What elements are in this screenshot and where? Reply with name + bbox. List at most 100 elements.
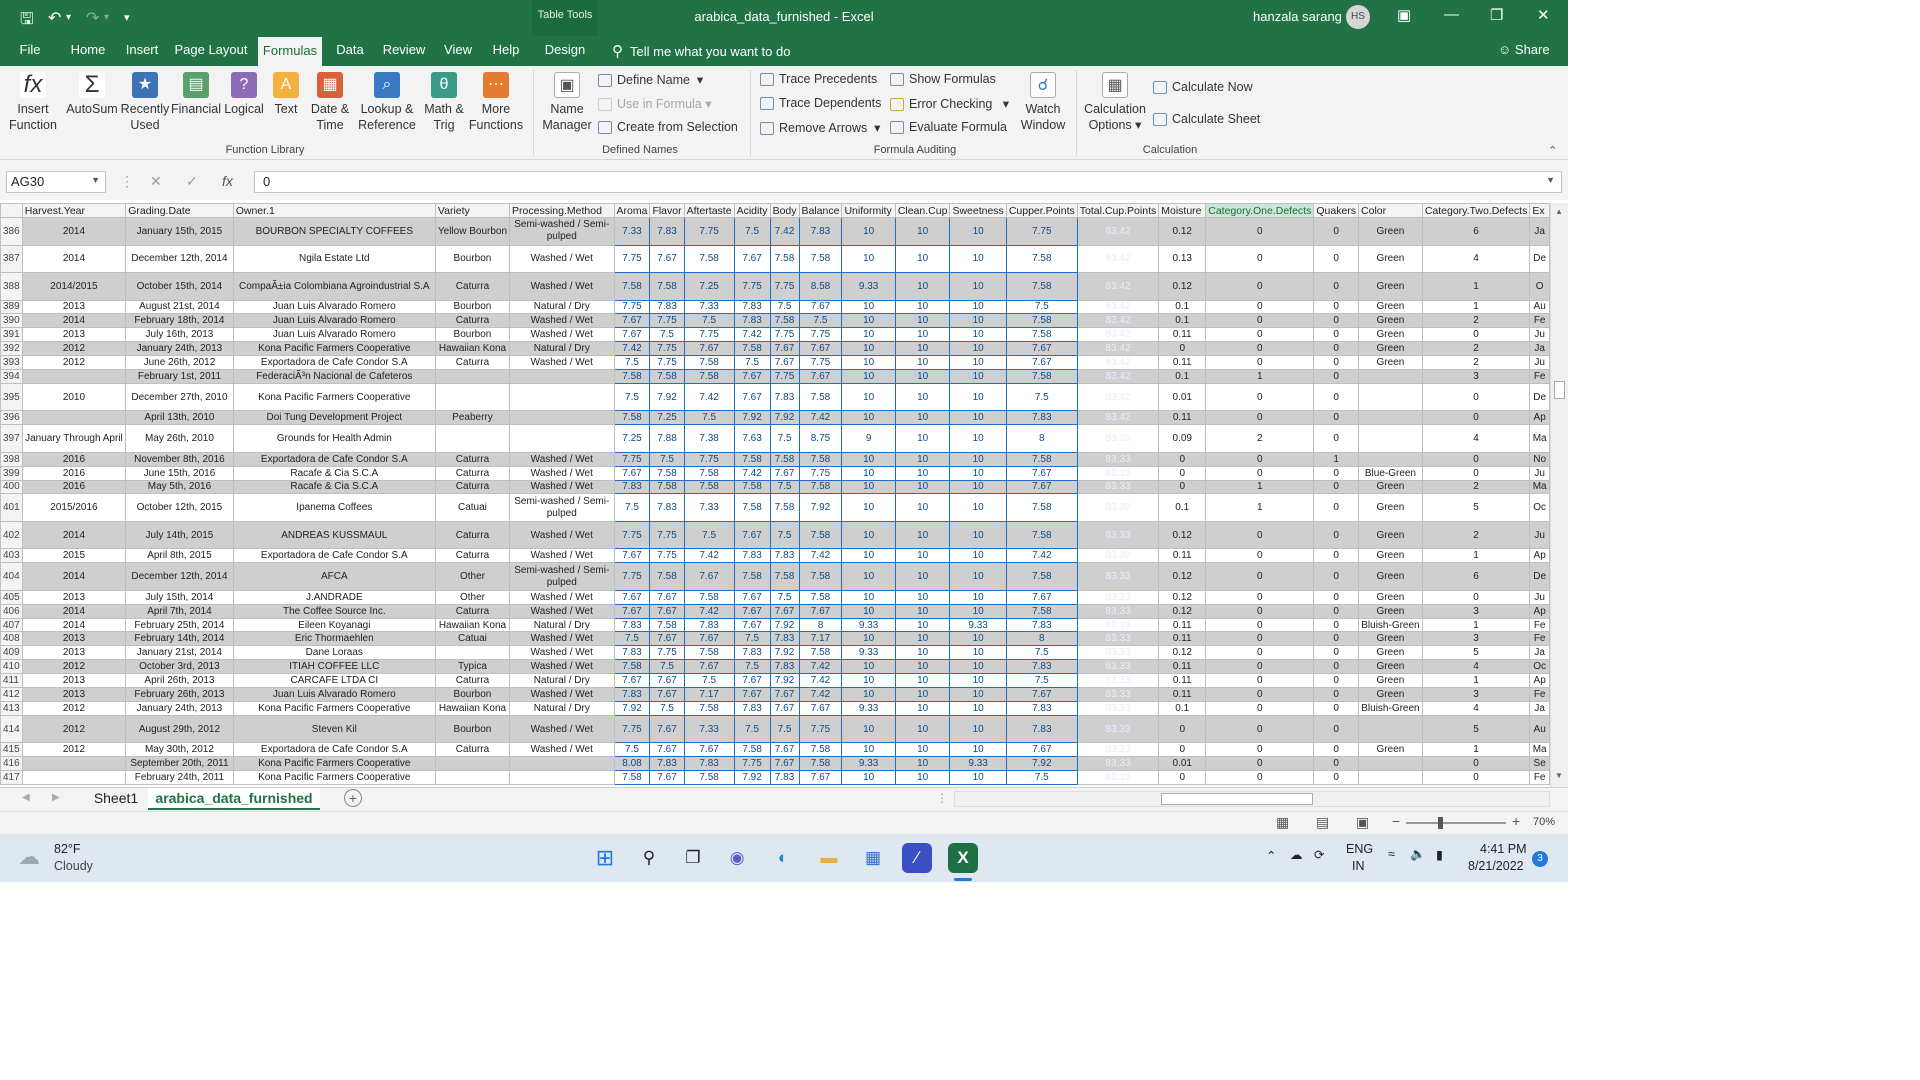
table-cell[interactable]: Ap	[1529, 603, 1550, 619]
total-score-cell[interactable]: 83.33	[1076, 493, 1160, 522]
table-cell[interactable]: April 7th, 2014	[125, 603, 234, 619]
score-cell[interactable]: 7.67	[769, 700, 800, 716]
table-cell[interactable]: December 27th, 2010	[125, 382, 234, 412]
table-cell[interactable]: 1	[1205, 368, 1315, 384]
tell-me-box[interactable]: ⚲ Tell me what you want to do	[612, 42, 790, 60]
scroll-down-icon[interactable]: ▼	[1555, 771, 1563, 780]
row-number[interactable]: 395	[0, 382, 23, 412]
table-cell[interactable]: 0.11	[1158, 410, 1207, 426]
table-cell[interactable]: Typica	[434, 659, 511, 675]
table-cell[interactable]: Kona Pacific Farmers Cooperative	[232, 700, 436, 716]
score-cell[interactable]: 10	[949, 562, 1007, 591]
row-number[interactable]: 416	[0, 756, 23, 772]
table-cell[interactable]	[21, 368, 127, 384]
chevron-up-icon[interactable]: ⌃	[1266, 848, 1276, 863]
tab-design[interactable]: Design	[538, 36, 592, 66]
table-cell[interactable]: De	[1529, 382, 1550, 412]
table-cell[interactable]: Exportadora de Cafe Condor S.A	[232, 548, 436, 564]
table-cell[interactable]: 0	[1205, 520, 1315, 550]
table-cell[interactable]: 1	[1421, 272, 1531, 301]
score-cell[interactable]: 7.83	[733, 313, 771, 329]
table-cell[interactable]: 0	[1313, 645, 1360, 661]
score-cell[interactable]: 10	[841, 659, 896, 675]
table-cell[interactable]: 3	[1421, 631, 1531, 647]
table-cell[interactable]: 0	[1205, 756, 1315, 772]
table-row[interactable]: 390 2014 February 18th, 2014 Juan Luis Alva…	[0, 313, 1550, 329]
column-header[interactable]: Color	[1358, 203, 1423, 218]
score-cell[interactable]: 7.83	[613, 617, 651, 633]
search-icon[interactable]: ⚲	[634, 843, 664, 873]
enter-icon[interactable]: ✓	[186, 173, 198, 190]
row-number[interactable]: 401	[0, 493, 23, 522]
table-cell[interactable]: 0	[1421, 756, 1531, 772]
score-cell[interactable]: 10	[894, 368, 951, 384]
table-cell[interactable]: February 14th, 2014	[125, 631, 234, 647]
table-cell[interactable]: Washed / Wet	[509, 645, 615, 661]
score-cell[interactable]: 10	[949, 451, 1007, 467]
table-cell[interactable]: 0	[1205, 355, 1315, 370]
row-number[interactable]: 413	[0, 700, 23, 716]
table-cell[interactable]: Caturra	[434, 742, 511, 758]
chevron-down-icon[interactable]: ▼	[91, 175, 100, 185]
volume-icon[interactable]: 🔈	[1410, 847, 1426, 862]
score-cell[interactable]: 10	[949, 700, 1007, 716]
app-icon[interactable]: ∕	[902, 843, 932, 873]
row-number[interactable]: 402	[0, 520, 23, 550]
score-cell[interactable]: 8	[1005, 631, 1078, 647]
score-cell[interactable]: 10	[894, 645, 951, 661]
score-cell[interactable]: 10	[841, 451, 896, 467]
column-header[interactable]: Aroma	[613, 203, 651, 218]
table-cell[interactable]: Green	[1358, 659, 1423, 675]
table-cell[interactable]: 0.1	[1158, 700, 1207, 716]
weather-temp[interactable]: 82°F	[54, 842, 81, 856]
table-cell[interactable]: 0	[1313, 700, 1360, 716]
score-cell[interactable]: 7.75	[798, 355, 843, 370]
table-cell[interactable]: 0	[1313, 341, 1360, 357]
total-score-cell[interactable]: 83.33	[1076, 617, 1160, 633]
total-score-cell[interactable]: 83.33	[1076, 770, 1160, 785]
table-cell[interactable]: 0	[1205, 272, 1315, 301]
table-cell[interactable]	[21, 410, 127, 426]
table-row[interactable]: 416 September 20th, 2011 Kona Pacific Farm…	[0, 756, 1550, 772]
table-row[interactable]: 410 2012 October 3rd, 2013 ITIAH COFFEE LLC…	[0, 659, 1550, 675]
table-cell[interactable]: 0.12	[1158, 562, 1207, 591]
cancel-icon[interactable]: ✕	[150, 173, 162, 190]
calculation-options-button[interactable]: ▦ Calculation Options ▾	[1082, 72, 1148, 133]
collapse-ribbon-icon[interactable]: ⌃	[1548, 144, 1557, 157]
score-cell[interactable]: 7.67	[649, 244, 685, 273]
table-cell[interactable]: Racafe & Cia S.C.A	[232, 465, 436, 481]
table-cell[interactable]	[1358, 382, 1423, 412]
text-button[interactable]: A Text	[266, 72, 306, 117]
table-cell[interactable]: 2013	[21, 631, 127, 647]
score-cell[interactable]: 10	[841, 548, 896, 564]
table-row[interactable]: 404 2014 December 12th, 2014 AFCA Other Semi-…	[0, 562, 1550, 591]
table-cell[interactable]: 0	[1158, 479, 1207, 495]
table-cell[interactable]: 0	[1205, 341, 1315, 357]
table-cell[interactable]: Washed / Wet	[509, 631, 615, 647]
table-cell[interactable]: Natural / Dry	[509, 617, 615, 633]
table-cell[interactable]: 0	[1313, 493, 1360, 522]
table-cell[interactable]: 0	[1313, 217, 1360, 246]
table-cell[interactable]: 0.12	[1158, 217, 1207, 246]
table-cell[interactable]: 0	[1158, 770, 1207, 785]
score-cell[interactable]: 7.5	[733, 659, 771, 675]
table-cell[interactable]: 4	[1421, 700, 1531, 716]
ribbon-display-icon[interactable]: ▣	[1397, 6, 1411, 24]
clock-time[interactable]: 4:41 PM	[1480, 842, 1527, 856]
score-cell[interactable]: 7.67	[733, 244, 771, 273]
score-cell[interactable]: 7.58	[798, 742, 843, 758]
score-cell[interactable]: 7.75	[798, 327, 843, 343]
score-cell[interactable]: 7.92	[769, 410, 800, 426]
edge-icon[interactable]: ◐	[768, 843, 798, 873]
table-cell[interactable]: 0	[1205, 603, 1315, 619]
table-cell[interactable]	[1358, 424, 1423, 453]
table-cell[interactable]: 0	[1313, 687, 1360, 702]
table-cell[interactable]: Washed / Wet	[509, 272, 615, 301]
table-cell[interactable]: 1	[1205, 493, 1315, 522]
excel-taskbar-icon[interactable]: X	[948, 843, 978, 873]
table-cell[interactable]: Green	[1358, 645, 1423, 661]
score-cell[interactable]: 7.67	[769, 742, 800, 758]
score-cell[interactable]: 7.42	[683, 603, 735, 619]
store-icon[interactable]: ▦	[858, 843, 888, 873]
score-cell[interactable]: 10	[949, 548, 1007, 564]
